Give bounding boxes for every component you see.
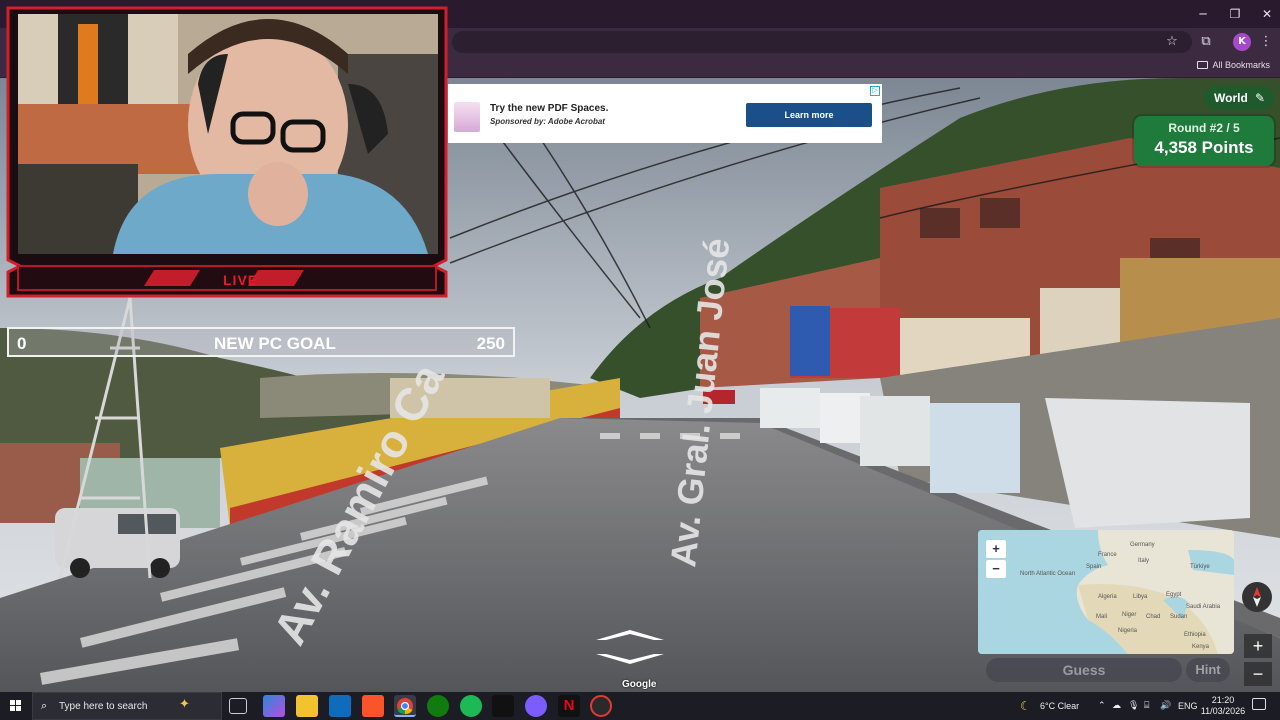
search-highlight-icon: ✦ [179, 697, 190, 712]
notifications-icon[interactable] [1252, 698, 1266, 710]
onedrive-icon[interactable]: ☁ [1112, 701, 1121, 711]
minimap-zoom-in-button[interactable]: + [986, 540, 1006, 558]
microphone-icon[interactable]: 🎙 [1128, 701, 1139, 711]
folder-icon [1197, 61, 1209, 69]
goal-start-value: 0 [17, 334, 27, 353]
map-label-germany: Germany [1130, 542, 1155, 548]
minimap-graphic: Germany France Italy Spain Türkiye North… [978, 530, 1234, 654]
ad-title: Try the new PDF Spaces. [490, 103, 609, 114]
round-counter: Round #2 / 5 [1168, 121, 1240, 135]
clock-time: 21:20 [1211, 695, 1235, 705]
webcam-video [18, 14, 438, 254]
map-label-france: France [1098, 552, 1117, 558]
live-bar: LIVE [18, 266, 444, 292]
map-label-nigeria: Nigeria [1118, 628, 1138, 634]
screen: ─ ❐ ✕ ☆ ⧉ K ⋮ All Bookmarks Av. Ramiro C… [0, 0, 1280, 720]
address-bar[interactable] [452, 31, 1192, 53]
network-icon[interactable]: ⌸ [1144, 701, 1149, 711]
street-view-zoom-in-button[interactable]: + [1244, 634, 1272, 658]
nav-forward-arrow[interactable] [590, 626, 670, 646]
map-label-north-atlantic: North Atlantic Ocean [1020, 571, 1075, 577]
map-label-saudi-arabia: Saudi Arabia [1186, 604, 1221, 610]
street-view-zoom-out-button[interactable]: − [1244, 662, 1272, 686]
map-label-egypt: Egypt [1166, 592, 1182, 598]
windows-start-button[interactable] [0, 692, 32, 720]
map-mode-button[interactable]: World ✎ [1204, 86, 1274, 110]
map-label-sudan: Sudan [1170, 614, 1187, 620]
menu-icon[interactable]: ⋮ [1257, 33, 1275, 51]
ad-choices-icon[interactable]: ▷ [870, 86, 880, 96]
points-total: 4,358 Points [1154, 138, 1254, 157]
copilot-icon[interactable] [263, 695, 285, 717]
guess-button[interactable]: Guess [986, 658, 1182, 682]
restore-button[interactable]: ❐ [1218, 4, 1252, 24]
map-label-kenya: Kenya [1192, 644, 1210, 650]
extensions-icon[interactable]: ⧉ [1197, 33, 1215, 51]
goal-label: NEW PC GOAL [214, 334, 336, 353]
hint-button[interactable]: Hint [1186, 658, 1230, 682]
taskbar-search-box[interactable]: ⌕ Type here to search ✦ [32, 692, 222, 720]
task-view-icon[interactable] [229, 698, 247, 714]
map-label-mali: Mali [1096, 614, 1107, 620]
map-label-spain: Spain [1086, 564, 1101, 570]
chrome-icon[interactable] [394, 695, 416, 717]
tiktok-icon[interactable] [492, 695, 514, 717]
clock-date: 11/03/2026 [1200, 706, 1246, 716]
map-label-libya: Libya [1133, 594, 1148, 600]
mail-icon[interactable] [329, 695, 351, 717]
messenger-icon[interactable] [525, 695, 547, 717]
map-label-italy: Italy [1138, 558, 1149, 564]
map-label-algeria: Algeria [1098, 594, 1117, 600]
windows-taskbar: ⌕ Type here to search ✦ N ☾ 6°C Clear ⌃ … [0, 692, 1280, 720]
pencil-icon: ✎ [1254, 91, 1265, 105]
webcam-overlay: LIVE [4, 4, 450, 300]
ad-sponsor: Sponsored by: Adobe Acrobat [490, 117, 605, 126]
goal-end-value: 250 [476, 334, 505, 353]
star-icon[interactable]: ☆ [1163, 33, 1181, 51]
obs-icon[interactable] [590, 695, 612, 717]
map-mode-label: World [1214, 91, 1248, 105]
minimize-button[interactable]: ─ [1186, 4, 1220, 24]
all-bookmarks-button[interactable]: All Bookmarks [1197, 60, 1270, 70]
ad-thumbnail [454, 102, 480, 132]
guess-minimap[interactable]: Germany France Italy Spain Türkiye North… [978, 530, 1234, 654]
score-panel: Round #2 / 5 4,358 Points [1134, 116, 1274, 166]
live-label: LIVE [223, 272, 259, 288]
close-button[interactable]: ✕ [1250, 4, 1280, 24]
windows-logo-icon [10, 700, 21, 711]
weather-text[interactable]: 6°C Clear [1040, 701, 1079, 711]
nav-back-arrow[interactable] [590, 650, 670, 670]
xbox-icon[interactable] [427, 695, 449, 717]
map-label-chad: Chad [1146, 614, 1160, 620]
map-label-turkiye: Türkiye [1190, 564, 1210, 570]
tray-chevron-icon[interactable]: ⌃ [1098, 701, 1106, 711]
ad-learn-more-button[interactable]: Learn more [746, 103, 872, 127]
map-label-niger: Niger [1122, 612, 1136, 618]
profile-avatar[interactable]: K [1233, 33, 1251, 51]
taskbar-clock[interactable]: 21:20 11/03/2026 [1198, 695, 1248, 717]
goal-bar: 0 NEW PC GOAL 250 [7, 327, 515, 357]
minimap-zoom-out-button[interactable]: − [986, 560, 1006, 578]
taskbar-search-placeholder: Type here to search [59, 701, 148, 712]
volume-icon[interactable]: 🔊 [1160, 701, 1171, 711]
brave-icon[interactable] [362, 695, 384, 717]
netflix-icon[interactable]: N [558, 695, 580, 717]
ad-banner[interactable]: Try the new PDF Spaces. Sponsored by: Ad… [448, 84, 882, 143]
weather-moon-icon: ☾ [1020, 699, 1031, 713]
search-icon: ⌕ [41, 699, 48, 712]
google-watermark: Google [622, 679, 657, 690]
all-bookmarks-label: All Bookmarks [1212, 60, 1270, 70]
language-indicator[interactable]: ENG [1178, 701, 1198, 711]
compass-icon[interactable] [1242, 582, 1272, 612]
spotify-icon[interactable] [460, 695, 482, 717]
map-label-ethiopia: Ethiopia [1184, 632, 1206, 638]
file-explorer-icon[interactable] [296, 695, 318, 717]
